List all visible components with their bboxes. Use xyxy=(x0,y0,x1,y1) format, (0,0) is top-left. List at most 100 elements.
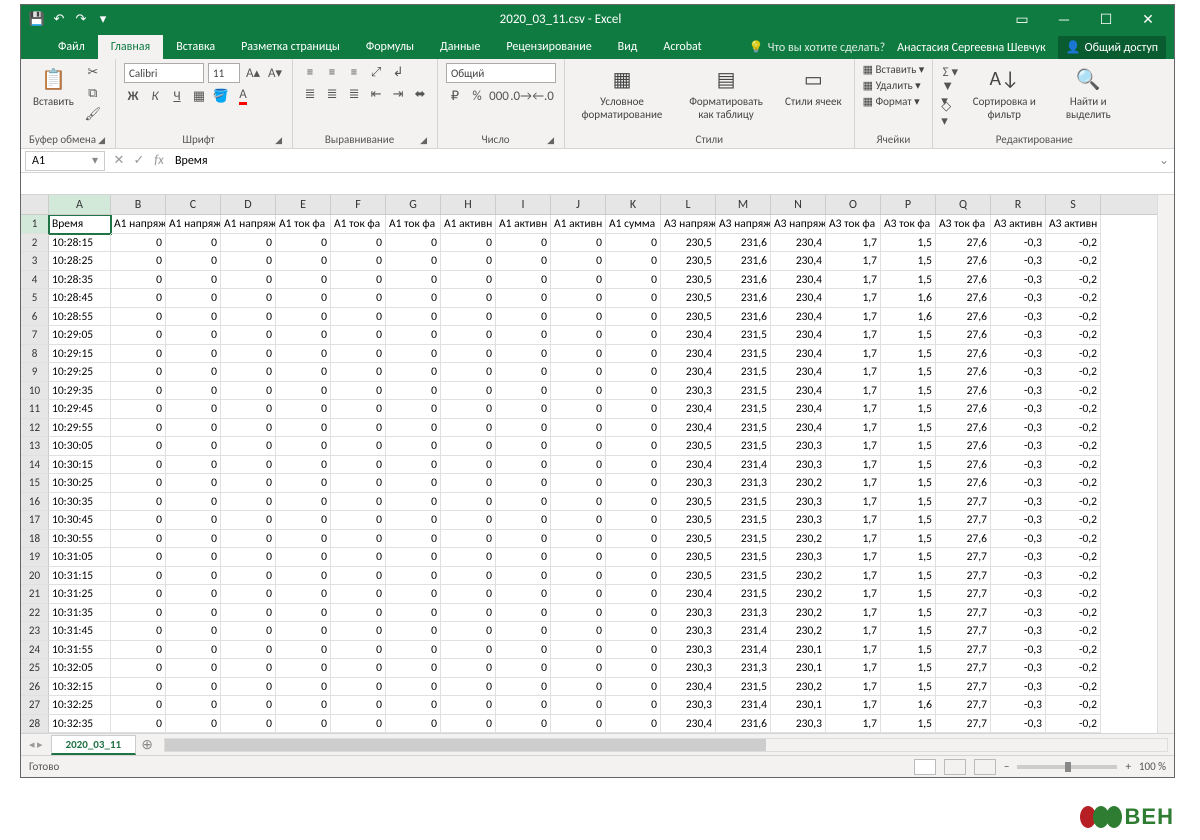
cell[interactable]: A3 активн xyxy=(991,215,1046,234)
cell[interactable]: 230,1 xyxy=(771,641,826,660)
cell[interactable]: 0 xyxy=(496,715,551,734)
cell[interactable]: 1,7 xyxy=(826,659,881,678)
cell[interactable]: 231,5 xyxy=(716,345,771,364)
cell[interactable]: 10:31:45 xyxy=(49,622,111,641)
tell-me[interactable]: 💡 Что вы хотите сделать? xyxy=(749,40,885,55)
cell[interactable]: 0 xyxy=(331,437,386,456)
tab-формулы[interactable]: Формулы xyxy=(353,35,427,59)
cell[interactable]: 231,6 xyxy=(716,715,771,734)
cell[interactable]: 0 xyxy=(441,400,496,419)
cell[interactable]: 230,4 xyxy=(771,326,826,345)
cell[interactable]: 0 xyxy=(496,622,551,641)
number-format-combo[interactable]: Общий xyxy=(446,63,556,83)
expand-formula-bar-icon[interactable]: ⌄ xyxy=(1154,153,1174,168)
cell[interactable]: 0 xyxy=(276,363,331,382)
cell[interactable]: -0,2 xyxy=(1046,271,1101,290)
cell[interactable]: 0 xyxy=(606,474,661,493)
fx-icon[interactable]: fx xyxy=(149,153,169,168)
cell[interactable]: 0 xyxy=(606,659,661,678)
cell[interactable]: 0 xyxy=(276,715,331,734)
cell[interactable]: -0,3 xyxy=(991,345,1046,364)
column-header[interactable]: I xyxy=(496,195,551,214)
cell[interactable]: 0 xyxy=(441,678,496,697)
cell[interactable]: 0 xyxy=(111,715,166,734)
cell[interactable]: 0 xyxy=(496,567,551,586)
cell[interactable]: 0 xyxy=(441,567,496,586)
cell[interactable]: 0 xyxy=(111,567,166,586)
cell[interactable]: 0 xyxy=(386,456,441,475)
cell[interactable]: A1 напряж xyxy=(111,215,166,234)
cell[interactable]: 0 xyxy=(441,474,496,493)
cell[interactable]: 0 xyxy=(276,604,331,623)
cell[interactable]: 0 xyxy=(221,511,276,530)
cell[interactable]: 1,5 xyxy=(881,659,936,678)
cell[interactable]: -0,3 xyxy=(991,511,1046,530)
cell[interactable]: 0 xyxy=(496,678,551,697)
row-header[interactable]: 4 xyxy=(21,271,49,290)
cell[interactable]: 231,5 xyxy=(716,567,771,586)
cell[interactable]: 1,6 xyxy=(881,308,936,327)
copy-icon[interactable]: ⧉ xyxy=(84,84,102,102)
decrease-font-icon[interactable]: A▾ xyxy=(266,64,284,82)
formula-input[interactable]: Время xyxy=(169,154,1154,168)
cell[interactable]: 231,6 xyxy=(716,271,771,290)
column-header[interactable]: H xyxy=(441,195,496,214)
cell[interactable]: 0 xyxy=(166,437,221,456)
cell[interactable]: 10:30:45 xyxy=(49,511,111,530)
cell[interactable]: 231,4 xyxy=(716,696,771,715)
cell[interactable]: 0 xyxy=(276,382,331,401)
cell[interactable]: 0 xyxy=(276,419,331,438)
cell[interactable]: -0,3 xyxy=(991,622,1046,641)
cell[interactable]: -0,3 xyxy=(991,715,1046,734)
cell[interactable]: 0 xyxy=(441,530,496,549)
cell[interactable]: 230,4 xyxy=(771,271,826,290)
cell[interactable]: 1,7 xyxy=(826,419,881,438)
cell[interactable]: 0 xyxy=(221,604,276,623)
align-middle-icon[interactable]: ≡ xyxy=(323,63,341,81)
cell[interactable]: -0,2 xyxy=(1046,678,1101,697)
cell[interactable]: 10:30:35 xyxy=(49,493,111,512)
cell[interactable]: -0,2 xyxy=(1046,363,1101,382)
cell[interactable]: 1,5 xyxy=(881,678,936,697)
cell[interactable]: 0 xyxy=(441,345,496,364)
cell[interactable]: 1,5 xyxy=(881,271,936,290)
cell[interactable]: 0 xyxy=(111,326,166,345)
cell[interactable]: 230,4 xyxy=(771,345,826,364)
cell[interactable]: 230,5 xyxy=(661,437,716,456)
row-header[interactable]: 7 xyxy=(21,326,49,345)
cell[interactable]: 0 xyxy=(551,363,606,382)
cell[interactable]: 0 xyxy=(551,548,606,567)
cell[interactable]: 0 xyxy=(276,548,331,567)
cell[interactable]: 0 xyxy=(276,641,331,660)
cell[interactable]: 27,6 xyxy=(936,382,991,401)
cell[interactable]: 1,7 xyxy=(826,622,881,641)
cell[interactable]: 0 xyxy=(386,382,441,401)
cell[interactable]: 230,5 xyxy=(661,252,716,271)
cell[interactable]: 0 xyxy=(111,511,166,530)
insert-cells-button[interactable]: ▦ Вставить ▾ xyxy=(863,63,925,76)
ribbon-options-icon[interactable]: ▭ xyxy=(1010,9,1034,29)
cell[interactable]: 0 xyxy=(551,419,606,438)
cell[interactable]: 0 xyxy=(496,252,551,271)
cell[interactable]: 0 xyxy=(496,548,551,567)
cell[interactable]: 1,7 xyxy=(826,363,881,382)
comma-icon[interactable]: 000 xyxy=(490,87,508,105)
cell[interactable]: 0 xyxy=(166,345,221,364)
align-left-icon[interactable]: ≣ xyxy=(301,85,319,103)
cell[interactable]: -0,2 xyxy=(1046,289,1101,308)
cell[interactable]: 0 xyxy=(111,548,166,567)
cell[interactable]: 0 xyxy=(496,345,551,364)
align-center-icon[interactable]: ≣ xyxy=(323,85,341,103)
cell[interactable]: 0 xyxy=(606,382,661,401)
cell[interactable]: 0 xyxy=(606,493,661,512)
cell[interactable]: 0 xyxy=(331,659,386,678)
cell[interactable]: 230,5 xyxy=(661,289,716,308)
cell[interactable]: 10:30:05 xyxy=(49,437,111,456)
cell[interactable]: 10:32:25 xyxy=(49,696,111,715)
cell[interactable]: 0 xyxy=(166,585,221,604)
cell[interactable]: 1,5 xyxy=(881,715,936,734)
column-header[interactable]: B xyxy=(111,195,166,214)
borders-icon[interactable]: ▦ xyxy=(190,87,208,105)
cell[interactable]: A1 активн xyxy=(441,215,496,234)
cell[interactable]: 1,7 xyxy=(826,678,881,697)
